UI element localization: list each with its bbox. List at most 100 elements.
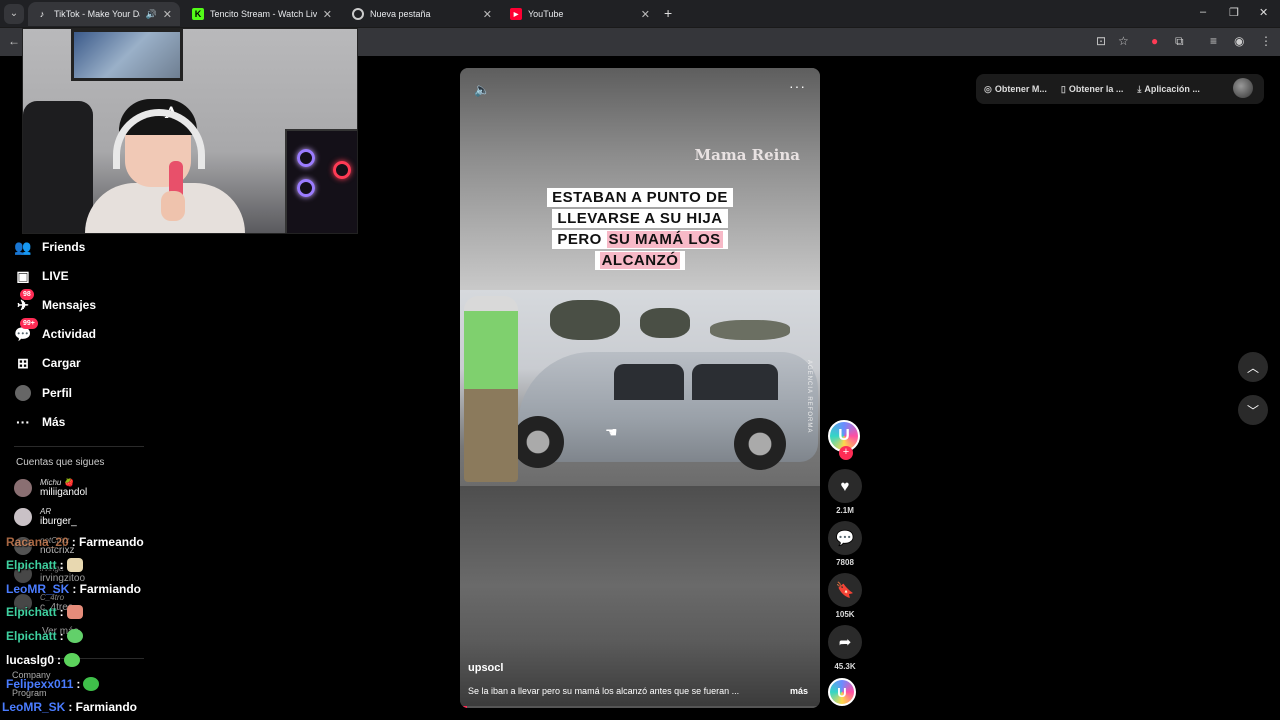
tv-screen bbox=[71, 29, 183, 81]
share-action[interactable]: ➦ 45.3K bbox=[828, 625, 862, 671]
get-desktop-app-button[interactable]: ◎ Obtener M... bbox=[984, 84, 1047, 95]
music-disc-icon: U bbox=[828, 678, 856, 706]
bookmark-star-icon[interactable]: ☆ bbox=[1118, 34, 1129, 48]
comment-icon[interactable]: 💬 bbox=[828, 521, 862, 555]
close-tab-icon[interactable]: ✕ bbox=[483, 8, 492, 21]
like-action[interactable]: ♥ 2.1M bbox=[828, 469, 862, 515]
chat-text: : bbox=[57, 653, 62, 667]
chevron-down-icon: ﹀ bbox=[1246, 403, 1259, 418]
share-icon[interactable]: ➦ bbox=[828, 625, 862, 659]
bookmark-icon[interactable]: 🔖 bbox=[828, 573, 862, 607]
agency-watermark: AGENCIA REFORMA bbox=[806, 360, 812, 434]
tab-title: Tencito Stream - Watch Live on bbox=[210, 9, 317, 19]
chat-text: : Farmeando bbox=[71, 535, 144, 549]
extensions-puzzle-icon[interactable]: ⧉ bbox=[1175, 34, 1184, 49]
chat-text: : bbox=[59, 629, 64, 643]
back-arrow-icon[interactable]: ← bbox=[8, 34, 20, 48]
heart-icon[interactable]: ♥ bbox=[828, 469, 862, 503]
sidebar-item-actividad[interactable]: 💬 99+ Actividad bbox=[14, 318, 96, 343]
close-tab-icon[interactable]: ✕ bbox=[641, 8, 650, 21]
notification-badge: 98 bbox=[20, 289, 34, 300]
tab-search-button[interactable]: ⌄ bbox=[4, 4, 24, 24]
more-icon: ··· bbox=[16, 414, 30, 430]
car bbox=[512, 352, 818, 470]
compass-icon: ◎ bbox=[984, 83, 992, 94]
avatar bbox=[14, 479, 32, 497]
following-item[interactable]: Michu 🍓 miliigandol bbox=[14, 478, 87, 498]
caption-highlight: ALCANZÓ bbox=[599, 252, 681, 269]
new-tab-button[interactable]: + bbox=[664, 5, 672, 21]
close-window-button[interactable]: ✕ bbox=[1259, 6, 1268, 19]
chat-user: Elpichatt bbox=[6, 605, 57, 619]
chat-text: : bbox=[76, 677, 81, 691]
tab-kick[interactable]: K Tencito Stream - Watch Live on ✕ bbox=[184, 2, 340, 26]
webcam-overlay: A bbox=[22, 28, 358, 234]
button-label: Obtener la ... bbox=[1068, 83, 1124, 94]
tab-new[interactable]: Nueva pestaña ✕ bbox=[344, 2, 500, 26]
minimize-button[interactable]: – bbox=[1200, 6, 1206, 18]
caption-line: LLEVARSE A SU HIJA bbox=[552, 209, 728, 228]
tab-title: TikTok - Make Your Day bbox=[54, 9, 140, 19]
video-scene: AGENCIA REFORMA ☚ bbox=[460, 290, 820, 486]
button-label: Obtener M... bbox=[994, 83, 1047, 94]
tab-tiktok[interactable]: ♪ TikTok - Make Your Day 🔊 ✕ bbox=[28, 2, 180, 26]
install-app-icon[interactable]: ⊡ bbox=[1096, 34, 1106, 48]
next-video-button[interactable]: ﹀ bbox=[1238, 395, 1268, 425]
emote-icon bbox=[64, 653, 81, 667]
close-tab-icon[interactable]: ✕ bbox=[163, 8, 172, 21]
tab-title: YouTube bbox=[528, 9, 564, 19]
music-disc-button[interactable]: U bbox=[828, 678, 856, 706]
sidebar-item-label: Cargar bbox=[42, 356, 81, 370]
extension-record-icon[interactable]: ● bbox=[1151, 34, 1158, 48]
maximize-button[interactable]: ❐ bbox=[1229, 6, 1239, 19]
sidebar-item-label: Mensajes bbox=[42, 298, 97, 312]
display-name: Michu 🍓 bbox=[40, 478, 74, 487]
caption-line: ESTABAN A PUNTO DE bbox=[547, 188, 733, 207]
chrome-icon bbox=[352, 8, 364, 20]
download-icon: ⤓ bbox=[1137, 83, 1142, 94]
sidebar-item-cargar[interactable]: ⊞ Cargar bbox=[14, 354, 81, 372]
volume-icon[interactable]: 🔈 bbox=[474, 82, 490, 98]
video-progress-bar[interactable] bbox=[460, 706, 820, 708]
tab-youtube[interactable]: ▶ YouTube ✕ bbox=[502, 2, 658, 26]
comment-action[interactable]: 💬 7808 bbox=[828, 521, 862, 567]
following-title: Cuentas que sigues bbox=[16, 457, 105, 468]
more-options-icon[interactable]: ··· bbox=[789, 78, 806, 94]
emote-icon bbox=[66, 605, 83, 619]
get-mobile-app-button[interactable]: ▯ Obtener la ... bbox=[1061, 84, 1123, 95]
address-bar[interactable] bbox=[360, 31, 1080, 53]
officer bbox=[464, 296, 518, 482]
video-player[interactable]: Mama Reina ESTABAN A PUNTO DE LLEVARSE A… bbox=[460, 68, 820, 708]
upload-icon: ⊞ bbox=[17, 354, 29, 371]
media-control-icon[interactable]: ≡ bbox=[1210, 34, 1217, 48]
creator-avatar-button[interactable]: U + bbox=[828, 420, 860, 460]
following-item[interactable]: AR iburger_ bbox=[14, 507, 77, 527]
gaming-chair bbox=[23, 101, 93, 233]
video-username[interactable]: upsocl bbox=[468, 662, 503, 674]
sidebar-item-live[interactable]: ▣ LIVE bbox=[14, 267, 68, 285]
chat-message: LeoMR_SK : Farmiando bbox=[6, 582, 141, 596]
caption-line: PERO SU MAMÁ LOS bbox=[552, 230, 728, 249]
kebab-menu-icon[interactable]: ⋮ bbox=[1260, 34, 1272, 48]
sidebar-item-mas[interactable]: ··· Más bbox=[14, 413, 65, 431]
chat-message: Racana_20 : Farmeando bbox=[6, 535, 144, 549]
see-more-button[interactable]: más bbox=[790, 686, 808, 696]
save-action[interactable]: 🔖 105K bbox=[828, 573, 862, 619]
close-tab-icon[interactable]: ✕ bbox=[323, 8, 332, 21]
profile-icon[interactable]: ◉ bbox=[1234, 34, 1244, 48]
sidebar-item-mensajes[interactable]: ✈ 98 Mensajes bbox=[14, 289, 97, 314]
chat-user: Felipexx011 bbox=[6, 677, 74, 691]
sidebar-item-label: Perfil bbox=[42, 386, 73, 400]
pc-case bbox=[285, 129, 357, 233]
user-avatar[interactable] bbox=[1233, 78, 1253, 98]
tab-title: Nueva pestaña bbox=[370, 9, 431, 19]
speaker-icon[interactable]: 🔊 bbox=[146, 9, 157, 20]
video-description: Se la iban a llevar pero su mamá los alc… bbox=[468, 686, 740, 696]
emote-icon bbox=[83, 677, 100, 691]
button-label: Aplicación ... bbox=[1144, 83, 1200, 94]
download-app-button[interactable]: ⤓ Aplicación ... bbox=[1137, 84, 1200, 95]
sidebar-item-perfil[interactable]: Perfil bbox=[14, 384, 72, 402]
follow-plus-icon[interactable]: + bbox=[839, 446, 853, 460]
previous-video-button[interactable]: ︿ bbox=[1238, 352, 1268, 382]
sidebar-item-friends[interactable]: 👥 Friends bbox=[14, 238, 85, 256]
